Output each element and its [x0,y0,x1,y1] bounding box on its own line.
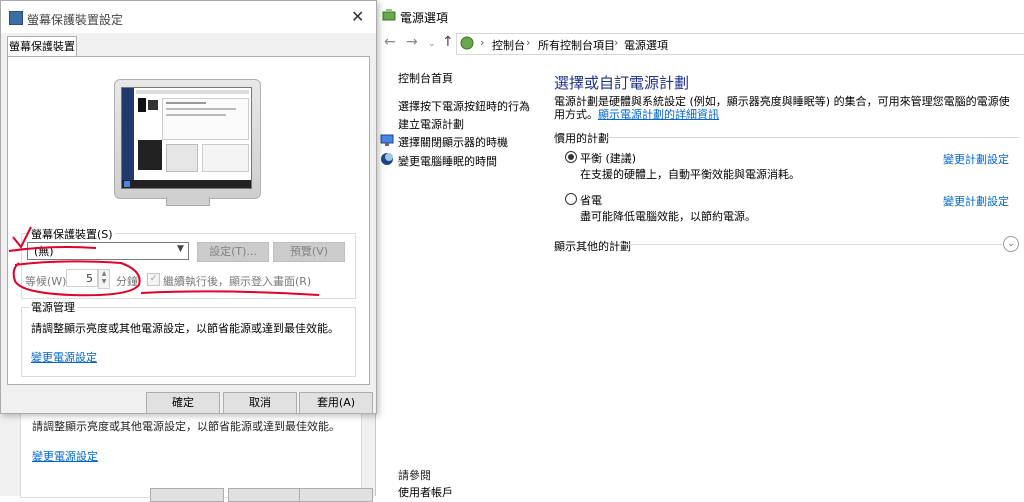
expand-chevron-icon[interactable]: ⌄ [1003,236,1019,252]
breadcrumb-all-items[interactable]: 所有控制台項目 [538,37,615,53]
ok-button[interactable]: 確定 [146,392,220,414]
plan-details-link[interactable]: 顯示電源計劃的詳細資訊 [598,108,719,121]
plan-power-saver-radio[interactable] [565,193,577,205]
monitor-stand [166,197,210,206]
page-description: 電源計劃是硬體與系統設定 (例如，顯示器亮度與睡眠等) 的集合，可用來管理您電腦… [554,95,1019,121]
power-options-title: 電源選項 [400,11,449,25]
breadcrumb-control-panel[interactable]: 控制台 [492,37,525,53]
cancel-button[interactable]: 取消 [223,392,297,414]
preferred-plans-header: 慣用的計劃 [554,132,609,145]
change-power-settings-link[interactable]: 變更電源設定 [31,349,97,365]
breadcrumb-power-options[interactable]: 電源選項 [624,37,668,53]
see-also-user-accounts-link[interactable]: 使用者帳戶 [398,484,453,500]
background-power-desc: 請調整顯示亮度或其他電源設定，以節省能源或達到最佳效能。 [32,420,340,433]
background-apply-button [299,488,373,502]
plan-power-saver-desc: 盡可能降低電腦效能，以節約電源。 [580,210,756,223]
forward-arrow-icon[interactable]: → [406,34,418,50]
apply-button[interactable]: 套用(A) [299,392,373,414]
preview-button[interactable]: 預覽(V) [273,242,345,262]
power-options-titlebar [376,0,1024,30]
control-panel-icon [460,36,474,50]
tab-screen-saver[interactable]: 螢幕保護裝置 [7,36,77,57]
background-ok-button [150,488,224,502]
sleep-moon-icon [381,153,393,165]
plan-balanced-name[interactable]: 平衡 (建議) [580,150,636,166]
breadcrumb-separator-icon: › [614,36,619,49]
power-options-icon [382,9,396,21]
dialog-title: 螢幕保護裝置設定 [27,13,124,27]
see-also-header: 請參閱 [398,469,431,482]
monitor-icon [380,134,394,146]
section-divider [606,137,1019,138]
chevron-down-icon[interactable]: ▼ [177,244,184,254]
sidebar-control-panel-home[interactable]: 控制台首頁 [398,70,453,86]
screen-saver-icon [9,11,23,25]
sidebar-power-button-behavior[interactable]: 選擇按下電源按鈕時的行為 [398,98,530,114]
power-management-group-label: 電源管理 [29,299,77,315]
power-options-window: 電源選項 ← → ⌄ ↑ › 控制台 › 所有控制台項目 › 電源選項 控制台首… [375,0,1024,499]
resume-logon-checkbox[interactable]: ✓ [147,273,160,286]
monitor-preview-screen [121,87,252,189]
show-more-plans-label[interactable]: 顯示其他的計劃 [554,238,631,254]
breadcrumb-separator-icon: › [526,36,531,49]
plan-power-saver-name[interactable]: 省電 [580,192,602,208]
screen-saver-dialog: 螢幕保護裝置設定 ✕ 螢幕保護裝置 螢幕保護裝置(S) (無) ▼ 設定(T).… [0,0,377,414]
wait-spinner-icon[interactable]: ▲ ▼ [98,269,110,289]
screen-saver-group-label: 螢幕保護裝置(S) [29,226,115,242]
background-power-link[interactable]: 變更電源設定 [32,448,98,464]
settings-button[interactable]: 設定(T)... [197,242,269,262]
back-arrow-icon[interactable]: ← [384,34,396,50]
wait-label: 等候(W): [25,275,71,288]
up-arrow-icon[interactable]: ↑ [442,34,454,50]
screen-saver-select[interactable]: (無) [27,242,189,260]
sidebar-sleep-time[interactable]: 變更電腦睡眠的時間 [398,153,497,169]
page-title: 選擇或自訂電源計劃 [554,74,690,92]
sidebar-create-plan[interactable]: 建立電源計劃 [398,116,464,132]
wait-unit-label: 分鐘 [116,275,138,288]
section-divider [622,244,1002,245]
plan-balanced-desc: 在支援的硬體上，自動平衡效能與電源消耗。 [580,168,800,181]
plan-balanced-radio[interactable] [565,151,577,163]
plan-power-saver-settings-link[interactable]: 變更計劃設定 [943,193,1009,209]
resume-logon-label[interactable]: 繼續執行後，顯示登入畫面(R) [163,273,311,289]
close-icon[interactable]: ✕ [351,7,364,26]
power-management-desc: 請調整顯示亮度或其他電源設定，以節省能源或達到最佳效能。 [31,322,339,335]
background-cancel-button [228,488,302,502]
sidebar-display-off-time[interactable]: 選擇關閉顯示器的時機 [398,134,508,150]
plan-balanced-settings-link[interactable]: 變更計劃設定 [943,151,1009,167]
breadcrumb-separator-icon: › [480,36,485,49]
power-management-group [21,307,356,377]
wait-minutes-input[interactable]: 5 [66,269,98,287]
recent-pages-chevron-icon[interactable]: ⌄ [428,39,436,49]
